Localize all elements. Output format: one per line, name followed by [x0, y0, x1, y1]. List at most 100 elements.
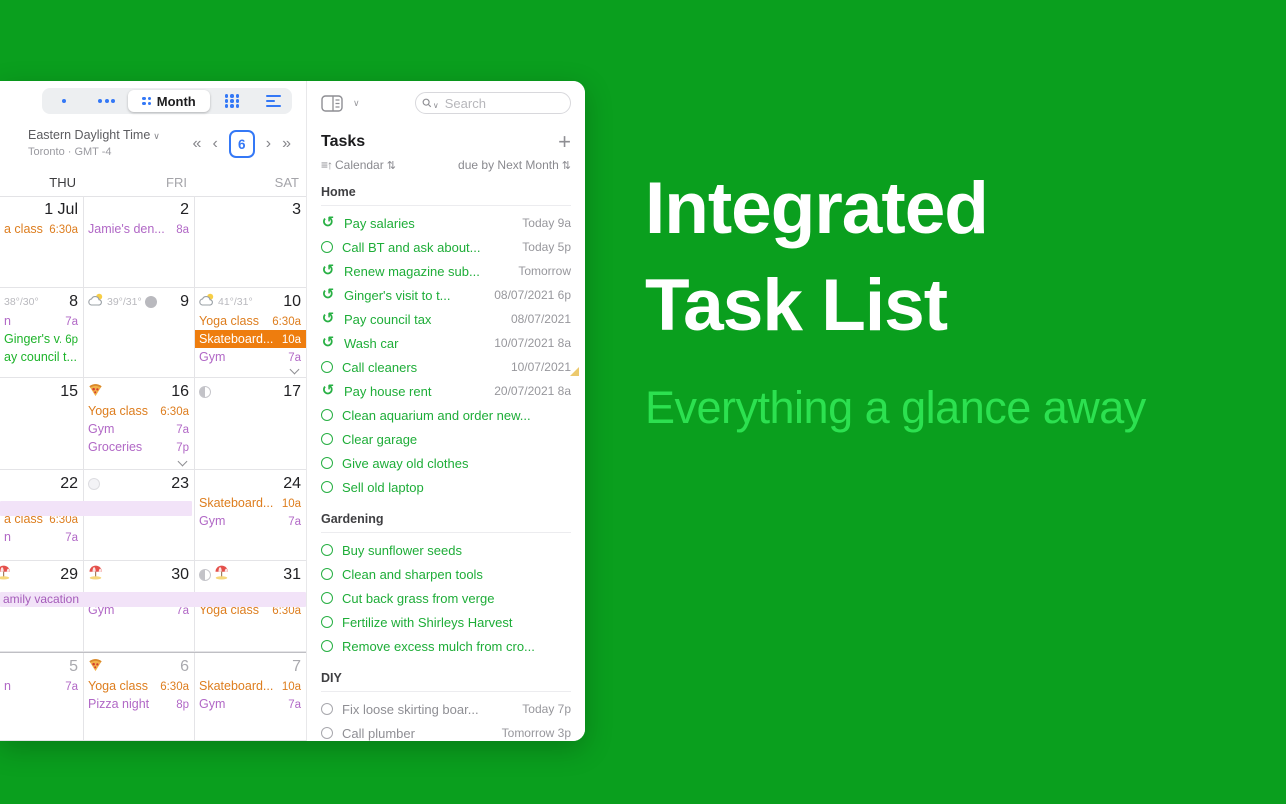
- day-cell-header: 6: [84, 653, 194, 677]
- task-row[interactable]: Call plumber Tomorrow 3p: [321, 721, 571, 741]
- task-row[interactable]: Give away old clothes: [321, 451, 571, 475]
- task-row[interactable]: ↺ Wash car 10/07/2021 8a: [321, 331, 571, 355]
- task-row[interactable]: Clear garage: [321, 427, 571, 451]
- view-week-button[interactable]: [85, 90, 128, 112]
- task-row[interactable]: Clean aquarium and order new...: [321, 403, 571, 427]
- sidebar-toggle-icon[interactable]: [321, 94, 343, 112]
- calendar-day-cell-15[interactable]: 15: [0, 378, 83, 469]
- task-checkbox-icon[interactable]: [321, 703, 333, 715]
- task-row[interactable]: ↺ Pay council tax 08/07/2021: [321, 307, 571, 331]
- task-checkbox-icon[interactable]: [321, 544, 333, 556]
- calendar-day-cell-9[interactable]: 39°/31° 9: [83, 288, 194, 377]
- calendar-event[interactable]: Pizza night 8p: [84, 695, 194, 713]
- calendar-event[interactable]: n 7a: [0, 528, 83, 546]
- calendar-day-cell-2[interactable]: 2 Jamie's den... 8a: [83, 196, 194, 287]
- chevron-down-icon[interactable]: ∨: [353, 98, 360, 109]
- task-checkbox-icon[interactable]: [321, 640, 333, 652]
- search-icon: [422, 98, 432, 108]
- calendar-event[interactable]: Skateboard... 10a: [195, 494, 306, 512]
- task-row[interactable]: Fertilize with Shirleys Harvest: [321, 610, 571, 634]
- nav-next-button[interactable]: ›: [266, 131, 271, 157]
- calendar-day-cell-10[interactable]: 41°/31° 10 Yoga class 6:30a Skateboard... 10a…: [194, 288, 306, 377]
- task-row[interactable]: Clean and sharpen tools: [321, 562, 571, 586]
- task-checkbox-icon[interactable]: [321, 616, 333, 628]
- calendar-event[interactable]: Gym 7a: [195, 695, 306, 713]
- repeat-task-icon[interactable]: ↺: [321, 215, 335, 230]
- task-row[interactable]: Fix loose skirting boar... Today 7p: [321, 697, 571, 721]
- calendar-day-cell-24[interactable]: 24 Skateboard... 10a Gym 7a: [194, 470, 306, 560]
- calendar-day-cell-3[interactable]: 3: [194, 196, 306, 287]
- calendar-event[interactable]: Yoga class 6:30a: [195, 312, 306, 330]
- task-checkbox-icon[interactable]: [321, 361, 333, 373]
- calendar-event[interactable]: n 7a: [0, 312, 83, 330]
- timezone-block[interactable]: Eastern Daylight Time ∨ Toronto · GMT -4: [28, 128, 160, 159]
- calendar-event[interactable]: Skateboard... 10a: [195, 677, 306, 695]
- task-row[interactable]: ↺ Pay salaries Today 9a: [321, 211, 571, 235]
- view-month-button[interactable]: Month: [128, 90, 210, 112]
- task-checkbox-icon[interactable]: [321, 409, 333, 421]
- task-row[interactable]: Buy sunflower seeds: [321, 538, 571, 562]
- nav-prev-button[interactable]: ‹: [212, 131, 217, 157]
- calendar-event[interactable]: ay council t...: [0, 348, 83, 366]
- task-checkbox-icon[interactable]: [321, 568, 333, 580]
- repeat-task-icon[interactable]: ↺: [321, 263, 335, 278]
- multiday-event-banner[interactable]: [0, 501, 192, 516]
- add-task-button[interactable]: +: [558, 131, 571, 153]
- nav-first-button[interactable]: «: [193, 131, 202, 157]
- multiday-event-banner[interactable]: amily vacation: [0, 592, 306, 607]
- view-day-button[interactable]: [42, 90, 85, 112]
- task-row[interactable]: ↺ Renew magazine sub... Tomorrow: [321, 259, 571, 283]
- repeat-task-icon[interactable]: ↺: [321, 311, 335, 326]
- today-badge-button[interactable]: 6: [228, 130, 255, 158]
- calendar-event[interactable]: Gym 7a: [195, 348, 306, 366]
- task-section-header-home: Home: [321, 172, 571, 206]
- calendar-day-cell-17[interactable]: 17: [194, 378, 306, 469]
- month-view-icon: [142, 96, 152, 106]
- task-row[interactable]: ↺ Ginger's visit to t... 08/07/2021 6p: [321, 283, 571, 307]
- more-events-chevron-icon[interactable]: [178, 458, 187, 466]
- calendar-event[interactable]: Yoga class 6:30a: [84, 677, 194, 695]
- due-filter-control[interactable]: due by Next Month ⇅: [458, 158, 571, 172]
- task-row[interactable]: Remove excess mulch from cro...: [321, 634, 571, 658]
- calendar-day-cell-6[interactable]: 6 Yoga class 6:30a Pizza night 8p: [83, 653, 194, 740]
- nav-last-button[interactable]: »: [282, 131, 291, 157]
- day-cell-header: 3: [195, 196, 306, 220]
- view-list-button[interactable]: [254, 90, 292, 112]
- calendar-event[interactable]: Gym 7a: [84, 420, 194, 438]
- calendar-event[interactable]: Yoga class 6:30a: [84, 402, 194, 420]
- task-row[interactable]: Cut back grass from verge: [321, 586, 571, 610]
- repeat-task-icon[interactable]: ↺: [321, 287, 335, 302]
- event-title: Yoga class: [88, 679, 148, 693]
- task-checkbox-icon[interactable]: [321, 433, 333, 445]
- search-field[interactable]: ∨: [415, 92, 571, 114]
- search-scope-chevron-icon[interactable]: ∨: [433, 101, 439, 110]
- task-row[interactable]: Call BT and ask about... Today 5p: [321, 235, 571, 259]
- calendar-event[interactable]: Ginger's v... 6p: [0, 330, 83, 348]
- calendar-day-cell-16[interactable]: 16 Yoga class 6:30a Gym 7a Groceries 7p: [83, 378, 194, 469]
- task-checkbox-icon[interactable]: [321, 727, 333, 739]
- calendar-event[interactable]: a class 6:30a: [0, 220, 83, 238]
- task-checkbox-icon[interactable]: [321, 241, 333, 253]
- calendar-day-cell-1-jul[interactable]: 1 Jul a class 6:30a: [0, 196, 83, 287]
- task-row[interactable]: Call cleaners 10/07/2021: [321, 355, 579, 379]
- sort-control[interactable]: ≡↑ Calendar ⇅: [321, 158, 396, 172]
- view-year-button[interactable]: [210, 90, 254, 112]
- task-checkbox-icon[interactable]: [321, 481, 333, 493]
- search-input[interactable]: [442, 94, 564, 112]
- calendar-day-cell-5[interactable]: 5 n 7a: [0, 653, 83, 740]
- calendar-event[interactable]: Groceries 7p: [84, 438, 194, 456]
- repeat-task-icon[interactable]: ↺: [321, 335, 335, 350]
- calendar-event[interactable]: Gym 7a: [195, 512, 306, 530]
- calendar-day-cell-8[interactable]: 38°/30° 8 n 7a Ginger's v... 6p ay council t..…: [0, 288, 83, 377]
- calendar-event[interactable]: Jamie's den... 8a: [84, 220, 194, 238]
- task-row[interactable]: Sell old laptop: [321, 475, 571, 499]
- event-title: Pizza night: [88, 697, 150, 711]
- calendar-event[interactable]: Skateboard... 10a: [195, 330, 306, 348]
- task-row[interactable]: ↺ Pay house rent 20/07/2021 8a: [321, 379, 571, 403]
- task-checkbox-icon[interactable]: [321, 457, 333, 469]
- calendar-event[interactable]: n 7a: [0, 677, 83, 695]
- repeat-task-icon[interactable]: ↺: [321, 383, 335, 398]
- calendar-day-cell-7[interactable]: 7 Skateboard... 10a Gym 7a: [194, 653, 306, 740]
- task-checkbox-icon[interactable]: [321, 592, 333, 604]
- more-events-chevron-icon[interactable]: [290, 366, 299, 374]
